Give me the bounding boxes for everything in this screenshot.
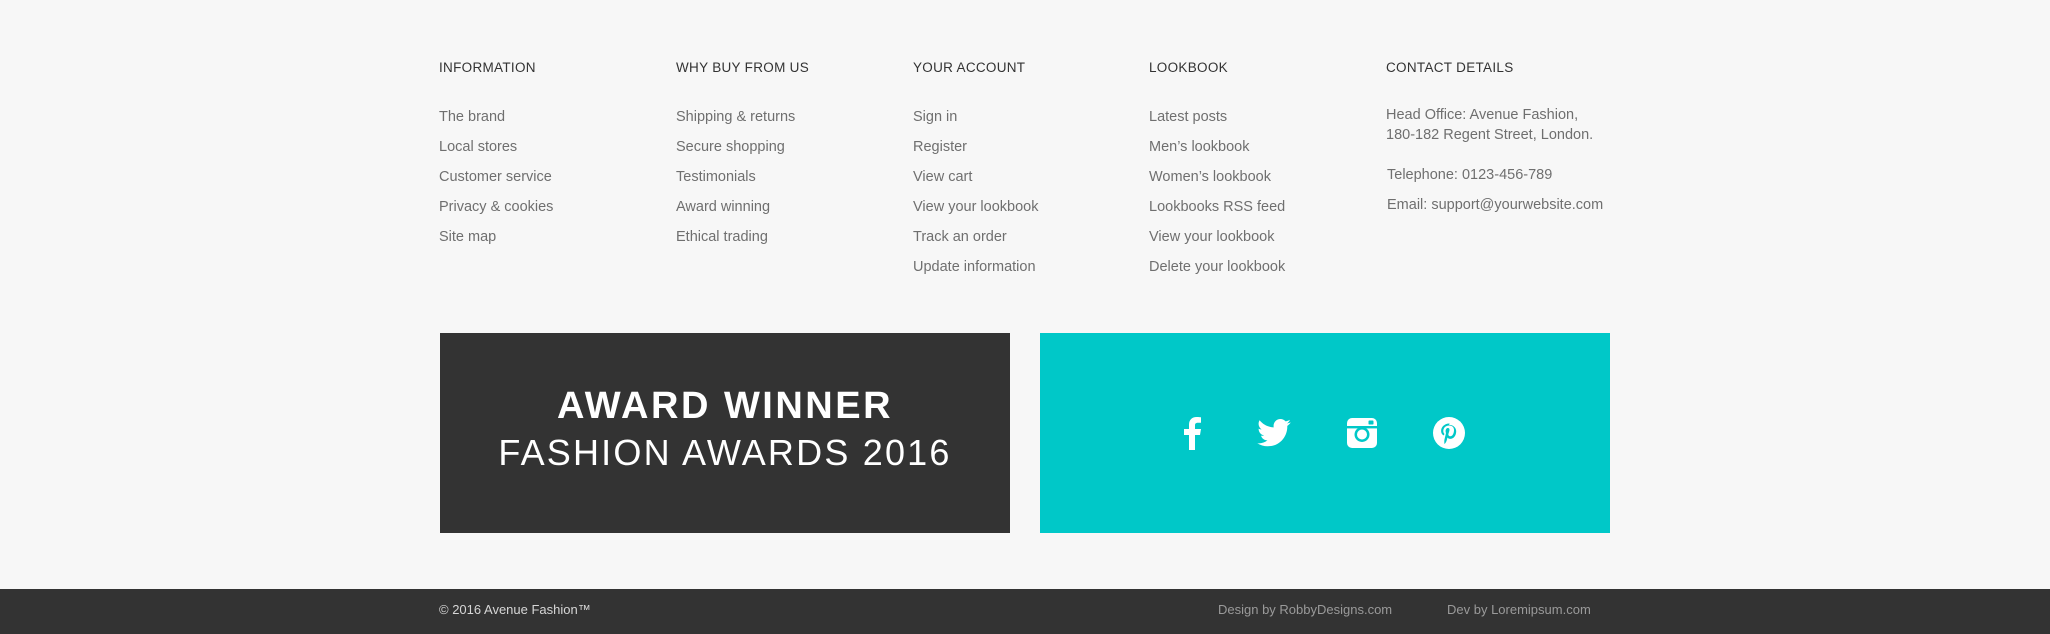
link-view-cart[interactable]: View cart xyxy=(913,169,972,185)
link-shipping-returns[interactable]: Shipping & returns xyxy=(676,109,795,125)
award-title: AWARD WINNER xyxy=(556,385,894,427)
lookbook-column: LOOKBOOK Latest posts Men’s lookbook Wom… xyxy=(1149,58,1285,282)
contact-address: Head Office: Avenue Fashion, 180-182 Reg… xyxy=(1386,105,1603,145)
link-view-your-lookbook[interactable]: View your lookbook xyxy=(913,199,1038,215)
facebook-icon[interactable] xyxy=(1175,416,1209,450)
information-column: INFORMATION The brand Local stores Custo… xyxy=(439,58,553,252)
address-line-2: 180-182 Regent Street, London. xyxy=(1386,127,1594,143)
your-account-heading: YOUR ACCOUNT xyxy=(913,60,1026,75)
link-testimonials[interactable]: Testimonials xyxy=(676,169,756,185)
twitter-icon[interactable] xyxy=(1257,416,1291,450)
footer-links-area: INFORMATION The brand Local stores Custo… xyxy=(0,0,2050,589)
link-secure-shopping[interactable]: Secure shopping xyxy=(676,139,785,155)
contact-details-heading: CONTACT DETAILS xyxy=(1386,60,1514,75)
award-banner: AWARD WINNER FASHION AWARDS 2016 xyxy=(440,333,1010,533)
link-the-brand[interactable]: The brand xyxy=(439,109,505,125)
lookbook-heading: LOOKBOOK xyxy=(1149,60,1228,75)
link-view-your-lookbook-2[interactable]: View your lookbook xyxy=(1149,229,1274,245)
link-customer-service[interactable]: Customer service xyxy=(439,169,552,185)
link-register[interactable]: Register xyxy=(913,139,967,155)
link-track-order[interactable]: Track an order xyxy=(913,229,1007,245)
link-latest-posts[interactable]: Latest posts xyxy=(1149,109,1227,125)
dev-credit-link[interactable]: Dev by Loremipsum.com xyxy=(1447,589,1591,631)
design-credit-link[interactable]: Design by RobbyDesigns.com xyxy=(1218,589,1392,631)
link-local-stores[interactable]: Local stores xyxy=(439,139,517,155)
address-line-1: Head Office: Avenue Fashion, xyxy=(1386,107,1579,123)
instagram-icon[interactable] xyxy=(1345,416,1379,450)
link-update-information[interactable]: Update information xyxy=(913,259,1036,275)
information-heading: INFORMATION xyxy=(439,60,536,75)
your-account-column: YOUR ACCOUNT Sign in Register View cart … xyxy=(913,58,1038,282)
link-site-map[interactable]: Site map xyxy=(439,229,496,245)
contact-telephone: Telephone: 0123-456-789 xyxy=(1387,167,1553,183)
why-buy-column: WHY BUY FROM US Shipping & returns Secur… xyxy=(676,58,809,252)
link-sign-in[interactable]: Sign in xyxy=(913,109,957,125)
link-award-winning[interactable]: Award winning xyxy=(676,199,770,215)
link-delete-your-lookbook[interactable]: Delete your lookbook xyxy=(1149,259,1285,275)
award-subtitle: FASHION AWARDS 2016 xyxy=(498,432,952,473)
pinterest-icon[interactable] xyxy=(1432,416,1466,450)
link-lookbooks-rss-feed[interactable]: Lookbooks RSS feed xyxy=(1149,199,1285,215)
link-womens-lookbook[interactable]: Women’s lookbook xyxy=(1149,169,1271,185)
link-mens-lookbook[interactable]: Men’s lookbook xyxy=(1149,139,1250,155)
copyright-text: © 2016 Avenue Fashion™ xyxy=(439,602,591,617)
footer-bottom-bar: © 2016 Avenue Fashion™ Design by RobbyDe… xyxy=(0,589,2050,634)
contact-details-column: CONTACT DETAILS Head Office: Avenue Fash… xyxy=(1386,58,1603,215)
social-links-panel xyxy=(1040,333,1610,533)
contact-email[interactable]: Email: support@yourwebsite.com xyxy=(1386,195,1603,215)
link-ethical-trading[interactable]: Ethical trading xyxy=(676,229,768,245)
why-buy-heading: WHY BUY FROM US xyxy=(676,60,810,75)
link-privacy-cookies[interactable]: Privacy & cookies xyxy=(439,199,553,215)
